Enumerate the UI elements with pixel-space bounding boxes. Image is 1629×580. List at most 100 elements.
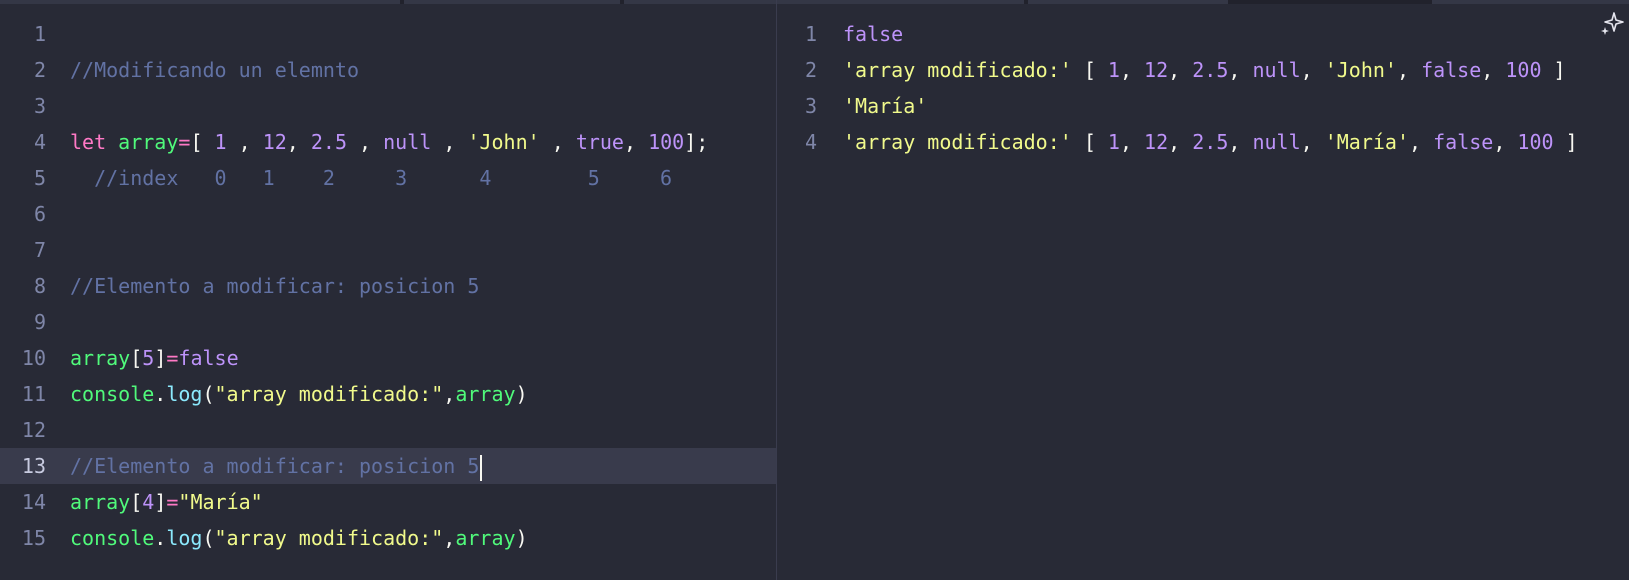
token-punct: , — [1481, 58, 1506, 82]
line-number: 1 — [33, 22, 46, 46]
token-str: 'array modificado:' — [843, 130, 1072, 154]
token-num: 1 — [1107, 58, 1120, 82]
editor-lines[interactable]: 1 2//Modificando un elemnto 3 4 let array=[ … — [0, 16, 776, 556]
token-bool: false — [843, 22, 904, 46]
line-number: 2 — [804, 58, 817, 82]
token-punct: , — [443, 526, 456, 550]
line-number: 8 — [33, 274, 46, 298]
editor-line[interactable]: 10 array[5]=false — [0, 340, 776, 376]
token-bool: true — [575, 130, 624, 154]
token-punct: [ — [130, 490, 143, 514]
line-number: 4 — [804, 130, 817, 154]
token-punct: ) — [515, 526, 528, 550]
output-line: 3 'María' — [777, 88, 1629, 124]
token-str: 'John' — [467, 130, 540, 154]
token-punct: ] — [154, 346, 167, 370]
editor-line[interactable]: 2 //Modificando un elemnto — [0, 52, 776, 88]
token-keyword: = — [178, 130, 191, 154]
sparkle-icon[interactable] — [1599, 10, 1625, 36]
line-code: 'array modificado:' [ 1, 12, 2.5, null, … — [843, 52, 1566, 88]
editor-line[interactable]: 5 //index 0 1 2 3 4 5 6 — [0, 160, 776, 196]
line-code: 'array modificado:' [ 1, 12, 2.5, null, … — [843, 124, 1578, 160]
line-code: false — [843, 16, 903, 52]
token-bool: null — [1252, 58, 1301, 82]
token-punct: , — [1228, 58, 1253, 82]
editor-line[interactable]: 9 — [0, 304, 776, 340]
token-punct: [ — [1071, 58, 1108, 82]
token-keyword: = — [166, 490, 179, 514]
token-num: 1 — [214, 130, 227, 154]
output-line: 4 'array modificado:' [ 1, 12, 2.5, null,… — [777, 124, 1629, 160]
token-num: 100 — [1505, 58, 1542, 82]
token-punct: , — [623, 130, 649, 154]
token-num: 4 — [142, 490, 155, 514]
token-num: 5 — [142, 346, 155, 370]
token-num: 100 — [1517, 130, 1554, 154]
token-punct: ] — [1541, 58, 1566, 82]
editor-line[interactable]: 3 — [0, 88, 776, 124]
token-ident: array — [70, 490, 131, 514]
editor-line[interactable]: 4 let array=[ 1 , 12, 2.5 , null , 'John'… — [0, 124, 776, 160]
line-number: 10 — [21, 346, 46, 370]
code-editor[interactable]: 1 2//Modificando un elemnto 3 4 let array=[ … — [0, 0, 776, 580]
editor-line[interactable]: 14 array[4]="María" — [0, 484, 776, 520]
editor-line[interactable]: 7 — [0, 232, 776, 268]
token-num: 12 — [1144, 58, 1169, 82]
token-punct: , — [1300, 130, 1325, 154]
token-bool: false — [178, 346, 239, 370]
editor-line[interactable]: 13 //Elemento a modificar: posicion 5 — [0, 448, 776, 484]
token-comment: //Modificando un elemnto — [70, 58, 359, 82]
line-number: 14 — [21, 490, 46, 514]
token-ident: array — [455, 382, 516, 406]
token-str: "array modificado:" — [214, 382, 444, 406]
line-code: //index 0 1 2 3 4 5 6 — [70, 160, 672, 196]
token-num: 2.5 — [1192, 130, 1229, 154]
line-code: console.log("array modificado:",array) — [70, 376, 528, 412]
token-func: log — [166, 526, 203, 550]
editor-line[interactable]: 8 //Elemento a modificar: posicion 5 — [0, 268, 776, 304]
editor-line[interactable]: 1 — [0, 16, 776, 52]
token-punct: , — [1119, 58, 1145, 82]
token-punct: , — [347, 130, 384, 154]
token-punct: [ — [190, 130, 215, 154]
token-comment: //index 0 1 2 3 4 5 6 — [70, 166, 673, 190]
token-punct: [ — [1071, 130, 1108, 154]
console-output: 1 false 2 'array modificado:' [ 1, 12, 2.5,… — [777, 0, 1629, 580]
line-code: array[4]="María" — [70, 484, 263, 520]
token-str: "María" — [178, 490, 263, 514]
token-punct: , — [1396, 58, 1422, 82]
token-comment: //Elemento a modificar: posicion 5 — [70, 274, 480, 298]
output-lines: 1 false 2 'array modificado:' [ 1, 12, 2.5,… — [777, 16, 1629, 160]
token-str: "array modificado:" — [214, 526, 444, 550]
editor-line[interactable]: 11 console.log("array modificado:",array) — [0, 376, 776, 412]
line-number: 15 — [21, 526, 46, 550]
line-number: 12 — [21, 418, 46, 442]
token-punct: , — [1119, 130, 1145, 154]
token-punct — [106, 130, 118, 154]
editor-line[interactable]: 6 — [0, 196, 776, 232]
output-line: 1 false — [777, 16, 1629, 52]
token-str: 'array modificado:' — [843, 58, 1072, 82]
output-line: 2 'array modificado:' [ 1, 12, 2.5, null,… — [777, 52, 1629, 88]
token-str: 'John' — [1324, 58, 1397, 82]
token-str: 'María' — [1324, 130, 1410, 154]
editor-line[interactable]: 15 console.log("array modificado:",array) — [0, 520, 776, 556]
line-code: array[5]=false — [70, 340, 239, 376]
token-ident: array — [118, 130, 179, 154]
token-num: 2.5 — [310, 130, 348, 154]
token-punct: , — [286, 130, 311, 154]
token-punct: , — [226, 130, 263, 154]
token-num: 12 — [1144, 130, 1169, 154]
token-punct: , — [1493, 130, 1518, 154]
token-punct: [ — [130, 346, 143, 370]
line-number: 3 — [33, 94, 46, 118]
text-cursor — [480, 454, 483, 481]
line-number: 1 — [804, 22, 817, 46]
token-punct: ( — [202, 382, 215, 406]
app-window: 1 2//Modificando un elemnto 3 4 let array=[ … — [0, 0, 1629, 580]
token-punct: ] — [1553, 130, 1578, 154]
editor-line[interactable]: 12 — [0, 412, 776, 448]
line-code: let array=[ 1 , 12, 2.5 , null , 'John' … — [70, 124, 708, 160]
line-code: //Modificando un elemnto — [70, 52, 359, 88]
line-number: 11 — [21, 382, 46, 406]
